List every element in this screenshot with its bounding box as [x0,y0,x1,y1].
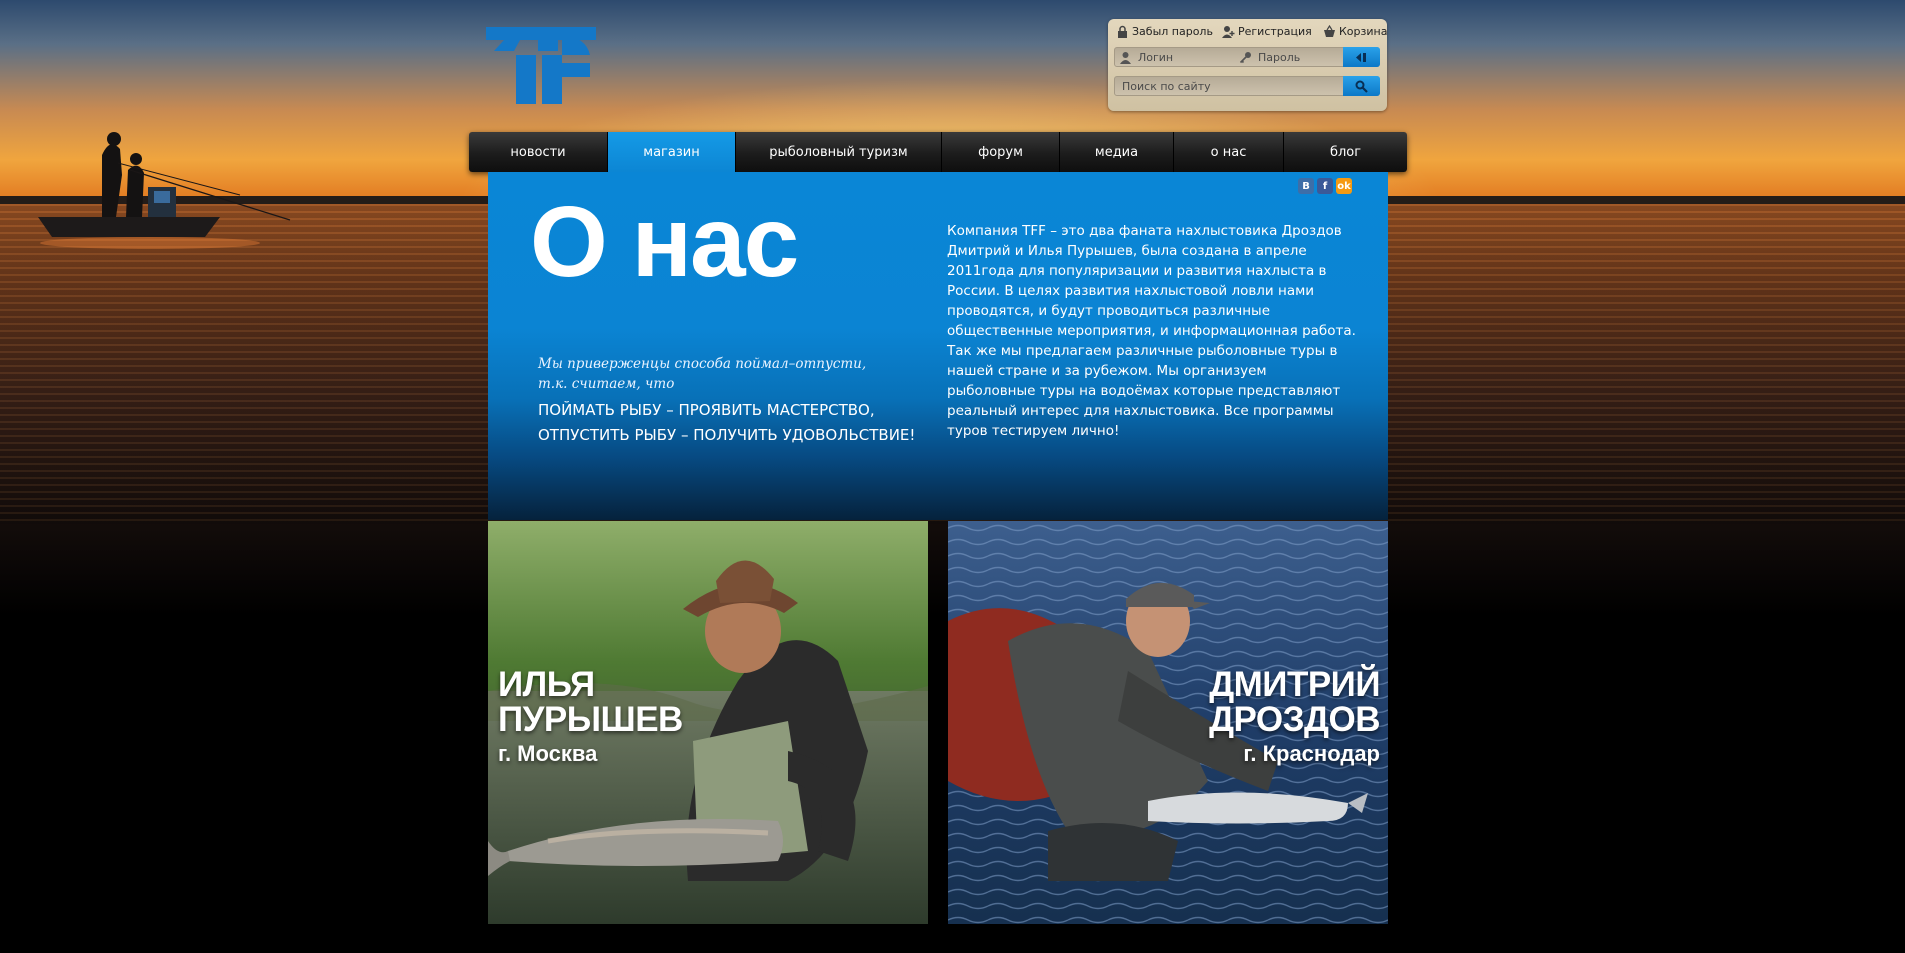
password-input[interactable] [1258,49,1338,65]
search-input[interactable] [1122,78,1332,94]
nav-about[interactable]: о нас [1174,132,1284,172]
nav-shop[interactable]: магазин [608,132,736,172]
nav-news[interactable]: новости [469,132,608,172]
facebook-share-icon[interactable]: f [1317,178,1333,194]
person-city: г. Краснодар [1243,741,1380,766]
account-links: Забыл пароль Регистрация Корзина [1116,25,1387,41]
person-first-name: ДМИТРИЙ [1209,665,1380,704]
search-icon [1355,80,1368,93]
person-last-name: ПУРЫШЕВ [498,700,683,739]
about-description: Компания TFF – это два фаната нахлыстови… [947,223,1356,439]
user-plus-icon [1222,26,1235,38]
login-button[interactable] [1343,47,1380,67]
login-panel: Забыл пароль Регистрация Корзина [1108,19,1387,111]
user-icon [1120,51,1131,64]
fishing-boat-silhouette [38,132,291,249]
page-title: О нас [530,186,799,298]
search-button[interactable] [1343,76,1380,96]
basket-icon [1324,25,1335,37]
motto-statement: ПОЙМАТЬ РЫБУ – ПРОЯВИТЬ МАСТЕРСТВО, ОТПУ… [538,398,915,448]
motto-intro: Мы приверженцы способа поймал–отпусти, т… [538,356,867,392]
caption-dmitry: ДМИТРИЙ ДРОЗДОВ г. Краснодар [1209,667,1380,765]
password-field [1239,48,1343,66]
search-form [1114,76,1380,96]
registration-link[interactable]: Регистрация [1222,25,1312,38]
person-last-name: ДРОЗДОВ [1209,700,1380,739]
photo-ilya-puryshev: ИЛЬЯ ПУРЫШЕВ г. Москва [488,521,928,924]
caption-ilya: ИЛЬЯ ПУРЫШЕВ г. Москва [498,667,683,765]
login-field [1119,48,1237,66]
about-panel: B f ok О нас Мы приверженцы способа пойм… [488,172,1388,520]
login-input[interactable] [1138,49,1228,65]
nav-blog[interactable]: блог [1284,132,1407,172]
nav-forum[interactable]: форум [942,132,1060,172]
login-form [1114,47,1380,67]
social-share: B f ok [1298,178,1352,194]
photo-dmitry-drozdov: ДМИТРИЙ ДРОЗДОВ г. Краснодар [948,521,1388,924]
cart-link[interactable]: Корзина [1323,25,1387,38]
motto-line-release: ОТПУСТИТЬ РЫБУ – ПОЛУЧИТЬ УДОВОЛЬСТВИЕ! [538,426,916,444]
key-icon [1239,51,1251,63]
enter-arrow-icon [1356,52,1366,62]
lock-icon [1118,25,1127,38]
person-first-name: ИЛЬЯ [498,665,595,704]
motto-line-catch: ПОЙМАТЬ РЫБУ – ПРОЯВИТЬ МАСТЕРСТВО, [538,401,875,419]
nav-fishing-tourism[interactable]: рыболовный туризм [736,132,942,172]
person-city: г. Москва [498,741,598,766]
main-nav: новости магазин рыболовный туризм форум … [469,132,1407,172]
nav-media[interactable]: медиа [1060,132,1174,172]
tff-logo[interactable] [486,27,596,104]
odnoklassniki-share-icon[interactable]: ok [1336,178,1352,194]
vk-share-icon[interactable]: B [1298,178,1314,194]
forgot-password-link[interactable]: Забыл пароль [1116,25,1213,38]
search-field [1122,77,1342,95]
